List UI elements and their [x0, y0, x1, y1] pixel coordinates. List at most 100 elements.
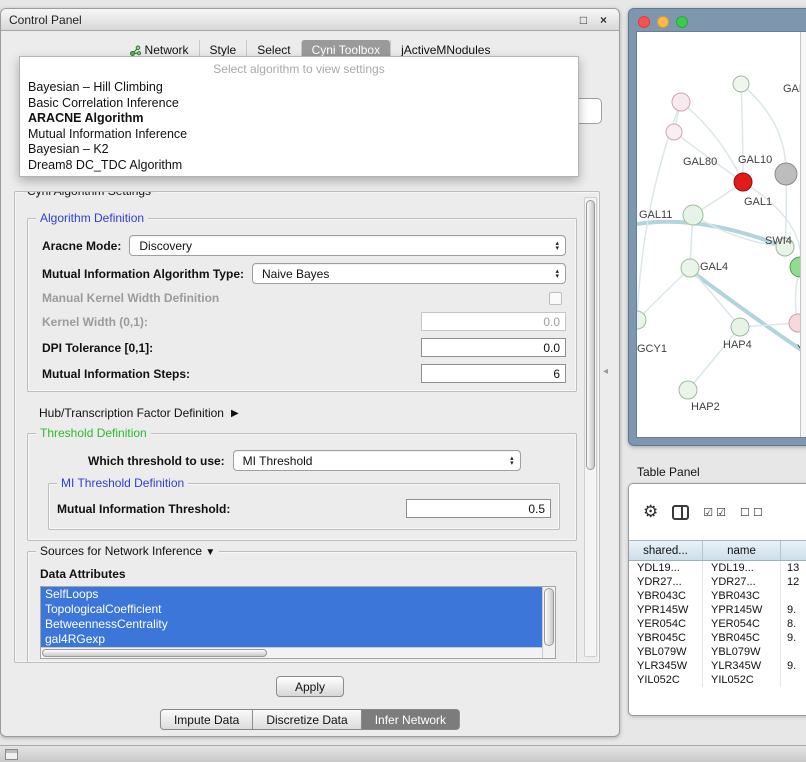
graph-node[interactable]	[683, 205, 703, 225]
scrollbar-thumb[interactable]	[586, 200, 595, 470]
table-row[interactable]: YDR27...YDR27...12	[629, 575, 806, 589]
graph-node[interactable]	[681, 259, 699, 277]
column-header-shared[interactable]: shared...	[629, 541, 703, 560]
apply-button[interactable]: Apply	[276, 676, 344, 697]
table-row[interactable]: YIL052CYIL052C	[629, 673, 806, 687]
graph-node-label: GAL1	[744, 196, 772, 208]
table-panel-title: Table Panel	[637, 465, 700, 479]
attribute-item-gal4rgexp[interactable]: gal4RGexp	[41, 632, 542, 647]
tab-label: Cyni Toolbox	[312, 43, 380, 57]
table-cell: 9.	[781, 631, 806, 645]
bottom-tab-discretize-data[interactable]: Discretize Data	[253, 709, 361, 730]
table-cell: YIL052C	[703, 673, 781, 687]
column-header-cut[interactable]	[781, 541, 806, 560]
algorithm-definition-title: Algorithm Definition	[36, 211, 148, 225]
graph-node[interactable]	[672, 93, 690, 111]
kernel-width-field	[421, 312, 566, 331]
collapse-down-icon[interactable]: ▼	[205, 547, 215, 558]
network-vertical-scrollbar[interactable]	[800, 32, 806, 437]
graph-edge[interactable]	[681, 102, 743, 182]
expand-right-icon[interactable]: ▶	[231, 408, 239, 419]
bottom-tab-impute-data[interactable]: Impute Data	[160, 709, 253, 730]
algorithm-option-bayesian-hill-climbing[interactable]: Bayesian – Hill Climbing	[20, 80, 578, 96]
table-cell: YIL052C	[629, 673, 703, 687]
graph-edge[interactable]	[741, 84, 743, 182]
algorithm-option-bayesian-k2[interactable]: Bayesian – K2	[20, 142, 578, 158]
bottom-tab-infer-network[interactable]: Infer Network	[362, 709, 460, 730]
graph-edge[interactable]	[688, 327, 740, 390]
graph-node[interactable]	[731, 318, 749, 336]
graph-node[interactable]	[734, 173, 752, 191]
table-cell: YBR045C	[629, 631, 703, 645]
table-cell: YLR345W	[703, 659, 781, 673]
mi-threshold-field[interactable]	[406, 499, 551, 518]
table-row[interactable]: YDL19...YDL19...13	[629, 561, 806, 575]
column-header-name[interactable]: name	[703, 541, 781, 560]
splitter-collapse-icon[interactable]: ◂	[603, 366, 608, 377]
graph-node-label: GAL11	[639, 209, 672, 221]
graph-edge[interactable]	[743, 182, 801, 267]
table-body: YDL19...YDL19...13YDR27...YDR27...12YBR0…	[629, 561, 806, 687]
which-threshold-select[interactable]: MI Threshold ▴▾	[233, 450, 521, 471]
mi-algorithm-type-select[interactable]: Naive Bayes ▴▾	[252, 263, 566, 284]
control-panel-titlebar[interactable]: Control Panel □ ×	[1, 9, 619, 31]
gear-icon[interactable]: ⚙	[643, 502, 658, 522]
graph-node[interactable]	[733, 76, 749, 92]
attributes-horizontal-scrollbar[interactable]	[41, 647, 542, 658]
table-row[interactable]: YBR043CYBR043C	[629, 589, 806, 603]
mi-algorithm-type-label: Mutual Information Algorithm Type:	[42, 267, 244, 281]
zoom-traffic-light-icon[interactable]	[676, 16, 688, 28]
data-attributes-list[interactable]: SelfLoopsTopologicalCoefficientBetweenne…	[40, 586, 556, 659]
table-row[interactable]: YBR045CYBR045C9.	[629, 631, 806, 645]
graph-node[interactable]	[666, 124, 682, 140]
algorithm-option-basic-correlation-inference[interactable]: Basic Correlation Inference	[20, 96, 578, 112]
table-row[interactable]: YLR345WYLR345W9.	[629, 659, 806, 673]
combo-arrows-icon: ▴▾	[553, 269, 561, 279]
table-panel-window: ⚙ ☑ ☑ ☐ ☐ shared...name YDL19...YDL19...…	[628, 483, 806, 716]
minimized-window-icon[interactable]	[5, 749, 18, 760]
table-cell: YDR27...	[703, 575, 781, 589]
table-cell: YER054C	[703, 617, 781, 631]
scrollbar-thumb[interactable]	[42, 649, 267, 657]
table-cell: YPR145W	[703, 603, 781, 617]
hub-transcription-factor-section[interactable]: Hub/Transcription Factor Definition ▶	[39, 406, 575, 420]
graph-node[interactable]	[679, 381, 697, 399]
scrollbar-thumb[interactable]	[544, 588, 554, 646]
graph-edge[interactable]	[637, 268, 690, 320]
attribute-item-topologicalcoefficient[interactable]: TopologicalCoefficient	[41, 602, 542, 617]
dpi-tolerance-field[interactable]	[421, 338, 566, 357]
close-window-icon[interactable]: ×	[596, 13, 611, 27]
manual-kernel-width-label: Manual Kernel Width Definition	[42, 291, 219, 305]
table-row[interactable]: YBL079WYBL079W	[629, 645, 806, 659]
bottom-tab-bar: Impute DataDiscretize DataInfer Network	[160, 709, 460, 730]
aracne-mode-select[interactable]: Discovery ▴▾	[129, 235, 566, 256]
settings-vertical-scrollbar[interactable]	[584, 197, 597, 657]
table-row[interactable]: YER054CYER054C8.	[629, 617, 806, 631]
table-cell: YDL19...	[703, 561, 781, 575]
algorithm-option-aracne-algorithm[interactable]: ARACNE Algorithm	[20, 111, 578, 127]
mi-steps-field[interactable]	[421, 364, 566, 383]
algorithm-option-mutual-information-inference[interactable]: Mutual Information Inference	[20, 127, 578, 143]
select-all-icon[interactable]: ☑ ☑	[703, 506, 726, 519]
algorithm-option-dream8-dc-tdc-algorithm[interactable]: Dream8 DC_TDC Algorithm	[20, 158, 578, 174]
columns-icon[interactable]	[672, 505, 689, 520]
network-canvas[interactable]: GAL8GAL80GAL10GAL11GAL1SWI4GAL4GCY1HAP4Y…	[636, 31, 806, 438]
network-graph: GAL8GAL80GAL10GAL11GAL1SWI4GAL4GCY1HAP4Y…	[637, 32, 806, 438]
aracne-mode-label: Aracne Mode:	[42, 239, 121, 253]
attribute-item-betweennesscentrality[interactable]: BetweennessCentrality	[41, 617, 542, 632]
tab-label: Style	[210, 43, 237, 57]
deselect-all-icon[interactable]: ☐ ☐	[740, 506, 763, 519]
close-traffic-light-icon[interactable]	[638, 16, 650, 28]
window-title: Control Panel	[9, 13, 571, 27]
algorithm-dropdown-prompt: Select algorithm to view settings	[20, 57, 578, 80]
graph-node[interactable]	[775, 163, 797, 185]
tab-label: Select	[257, 43, 290, 57]
table-row[interactable]: YPR145WYPR145W9.	[629, 603, 806, 617]
minimize-traffic-light-icon[interactable]	[657, 16, 669, 28]
attribute-item-selfloops[interactable]: SelfLoops	[41, 587, 542, 602]
dpi-tolerance-label: DPI Tolerance [0,1]:	[42, 341, 153, 355]
graph-edge[interactable]	[690, 268, 740, 327]
attributes-vertical-scrollbar[interactable]	[542, 587, 555, 658]
graph-node[interactable]	[637, 311, 646, 329]
float-window-icon[interactable]: □	[576, 13, 591, 27]
